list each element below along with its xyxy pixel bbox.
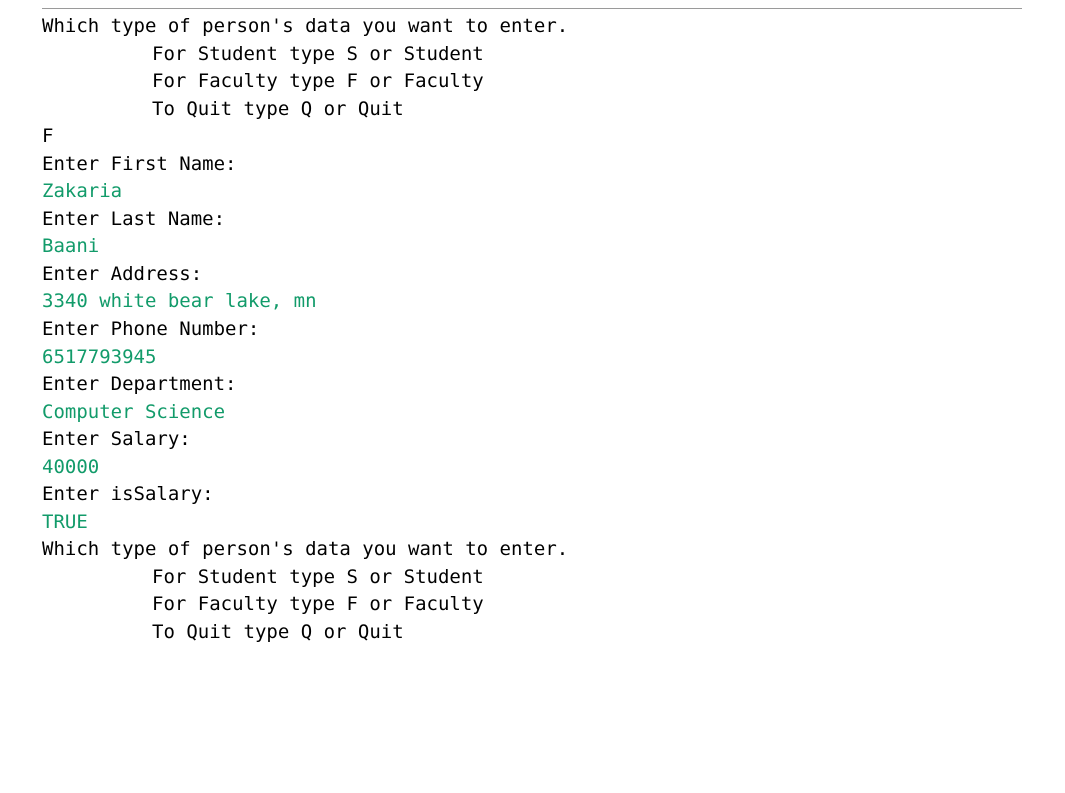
menu-option-faculty-2: For Faculty type F or Faculty [42,591,1065,619]
is-salary-input: TRUE [42,509,1065,537]
is-salary-prompt: Enter isSalary: [42,481,1065,509]
terminal-output: Which type of person's data you want to … [0,0,1065,647]
first-name-input: Zakaria [42,178,1065,206]
phone-prompt: Enter Phone Number: [42,316,1065,344]
prompt-header-1: Which type of person's data you want to … [42,13,1065,41]
address-input: 3340 white bear lake, mn [42,288,1065,316]
department-input: Computer Science [42,399,1065,427]
menu-option-quit-1: To Quit type Q or Quit [42,96,1065,124]
last-name-prompt: Enter Last Name: [42,206,1065,234]
first-name-prompt: Enter First Name: [42,151,1065,179]
menu-option-student-1: For Student type S or Student [42,41,1065,69]
user-choice: F [42,123,1065,151]
salary-input: 40000 [42,454,1065,482]
menu-option-student-2: For Student type S or Student [42,564,1065,592]
salary-prompt: Enter Salary: [42,426,1065,454]
department-prompt: Enter Department: [42,371,1065,399]
phone-input: 6517793945 [42,344,1065,372]
last-name-input: Baani [42,233,1065,261]
prompt-header-2: Which type of person's data you want to … [42,536,1065,564]
address-prompt: Enter Address: [42,261,1065,289]
menu-option-faculty-1: For Faculty type F or Faculty [42,68,1065,96]
menu-option-quit-2: To Quit type Q or Quit [42,619,1065,647]
horizontal-rule [42,8,1022,9]
